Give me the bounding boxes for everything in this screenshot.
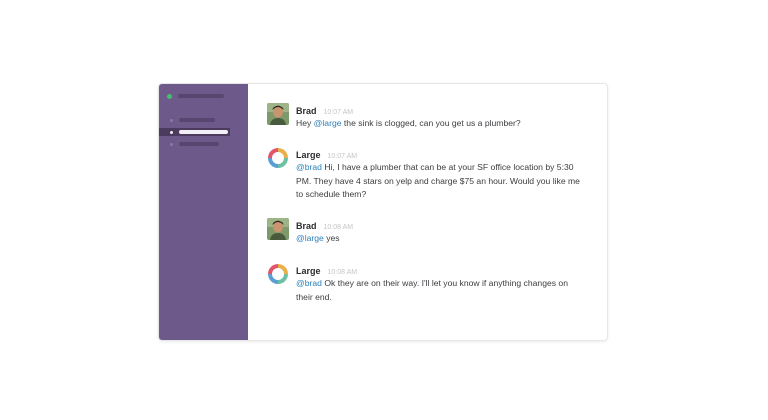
channel-name-placeholder — [179, 142, 219, 146]
mention-link[interactable]: @large — [314, 118, 342, 128]
message-author[interactable]: Brad — [296, 106, 317, 116]
channel-icon — [170, 142, 173, 146]
channel-icon — [170, 118, 173, 122]
message-list: Brad 10:07 AM Hey @large the sink is clog… — [267, 84, 587, 340]
channel-icon — [170, 130, 173, 134]
sidebar-channel[interactable] — [159, 116, 248, 124]
message-content: Ok they are on their way. I'll let you k… — [296, 278, 568, 302]
brad-avatar[interactable] — [267, 103, 289, 125]
mention-link[interactable]: @brad — [296, 162, 322, 172]
mention-link[interactable]: @brad — [296, 278, 322, 288]
large-avatar[interactable] — [267, 263, 289, 285]
message-content: yes — [323, 233, 340, 243]
message-content: the sink is clogged, can you get us a pl… — [341, 118, 521, 128]
presence-indicator — [167, 93, 172, 99]
sidebar-channel-active[interactable] — [159, 128, 230, 136]
message-text: Hey @large the sink is clogged, can you … — [296, 118, 521, 128]
message-timestamp[interactable]: 10:07 AM — [324, 109, 354, 116]
message-text: @brad Hi, I have a plumber that can be a… — [296, 161, 587, 202]
message-author[interactable]: Brad — [296, 221, 317, 231]
sidebar-channel[interactable] — [159, 140, 248, 148]
team-header[interactable] — [167, 93, 224, 99]
message-author[interactable]: Large — [296, 150, 321, 160]
large-avatar[interactable] — [267, 147, 289, 169]
channel-name-placeholder — [179, 130, 228, 134]
team-name-placeholder — [178, 94, 224, 98]
message-timestamp[interactable]: 10:08 AM — [328, 269, 358, 276]
message-timestamp[interactable]: 10:07 AM — [328, 153, 358, 160]
message-author[interactable]: Large — [296, 266, 321, 276]
brad-avatar[interactable] — [267, 218, 289, 240]
message-text: @brad Ok they are on their way. I'll let… — [296, 277, 587, 304]
message-text: @large yes — [296, 232, 587, 246]
channel-name-placeholder — [179, 118, 215, 122]
message-timestamp[interactable]: 10:08 AM — [324, 224, 354, 231]
mention-link[interactable]: @large — [296, 233, 324, 243]
sidebar — [159, 84, 248, 340]
message-content: Hi, I have a plumber that can be at your… — [296, 162, 580, 199]
chat-window: Brad 10:07 AM Hey @large the sink is clog… — [159, 84, 607, 340]
